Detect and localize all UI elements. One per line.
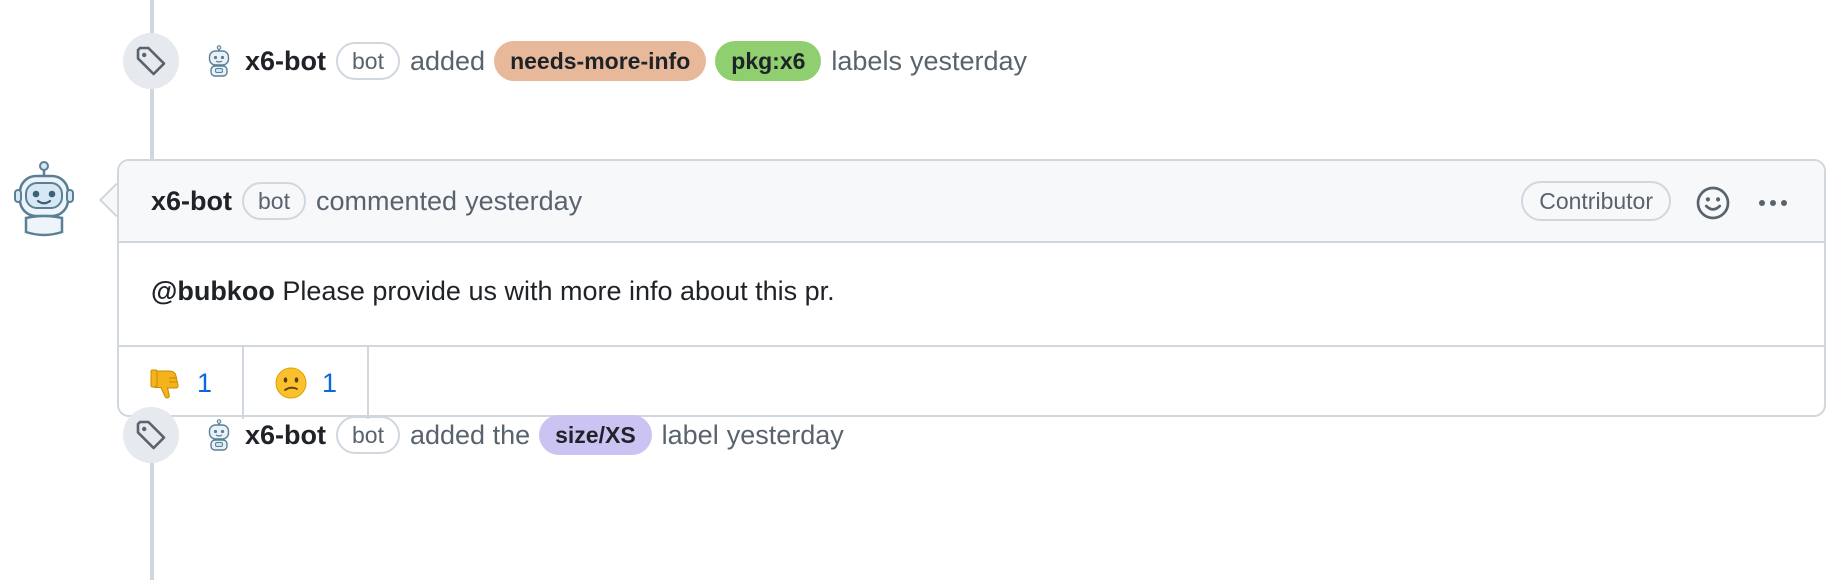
label-pkg-x6[interactable]: pkg:x6: [715, 41, 822, 81]
reaction-count: 1: [322, 367, 338, 398]
event-suffix: label: [661, 419, 719, 450]
bot-badge: bot: [336, 42, 400, 80]
timeline-event-labels-added: x6-bot bot added needs-more-info pkg:x6 …: [123, 33, 1027, 89]
event-verb: added: [409, 45, 486, 76]
comment-text: Please provide us with more info about t…: [282, 276, 835, 306]
event-timestamp-link[interactable]: yesterday: [727, 420, 844, 451]
thumbs-down-icon: [149, 366, 183, 400]
bot-avatar[interactable]: [203, 419, 235, 451]
tag-icon: [123, 33, 179, 89]
label-size-xs[interactable]: size/XS: [539, 415, 652, 455]
kebab-horizontal-icon[interactable]: [1755, 188, 1791, 218]
comment-author-avatar[interactable]: [12, 160, 76, 240]
comment-header: x6-bot bot commented yesterday Contribut…: [119, 161, 1824, 243]
label-needs-more-info[interactable]: needs-more-info: [494, 41, 707, 81]
event-verb: added the: [409, 419, 531, 450]
smiley-icon[interactable]: [1695, 185, 1731, 221]
confused-face-icon: [274, 366, 308, 400]
timeline-event-label-added: x6-bot bot added the size/XS label yeste…: [123, 407, 844, 463]
reaction-count: 1: [197, 367, 213, 398]
bot-avatar[interactable]: [203, 45, 235, 77]
event-timestamp-link[interactable]: yesterday: [910, 46, 1027, 77]
user-mention-link[interactable]: @bubkoo: [151, 276, 275, 306]
event-author-link[interactable]: x6-bot: [245, 420, 326, 451]
comment-action: commented: [315, 185, 458, 216]
bot-badge: bot: [336, 416, 400, 454]
contributor-badge: Contributor: [1521, 181, 1671, 221]
comment-box: x6-bot bot commented yesterday Contribut…: [117, 159, 1826, 419]
event-suffix: labels: [831, 45, 902, 76]
tag-icon: [123, 407, 179, 463]
event-author-link[interactable]: x6-bot: [245, 46, 326, 77]
bot-badge: bot: [242, 182, 306, 220]
comment-body: @bubkoo Please provide us with more info…: [151, 276, 835, 307]
comment-timestamp-link[interactable]: yesterday: [465, 186, 582, 217]
comment-author-link[interactable]: x6-bot: [151, 186, 232, 217]
